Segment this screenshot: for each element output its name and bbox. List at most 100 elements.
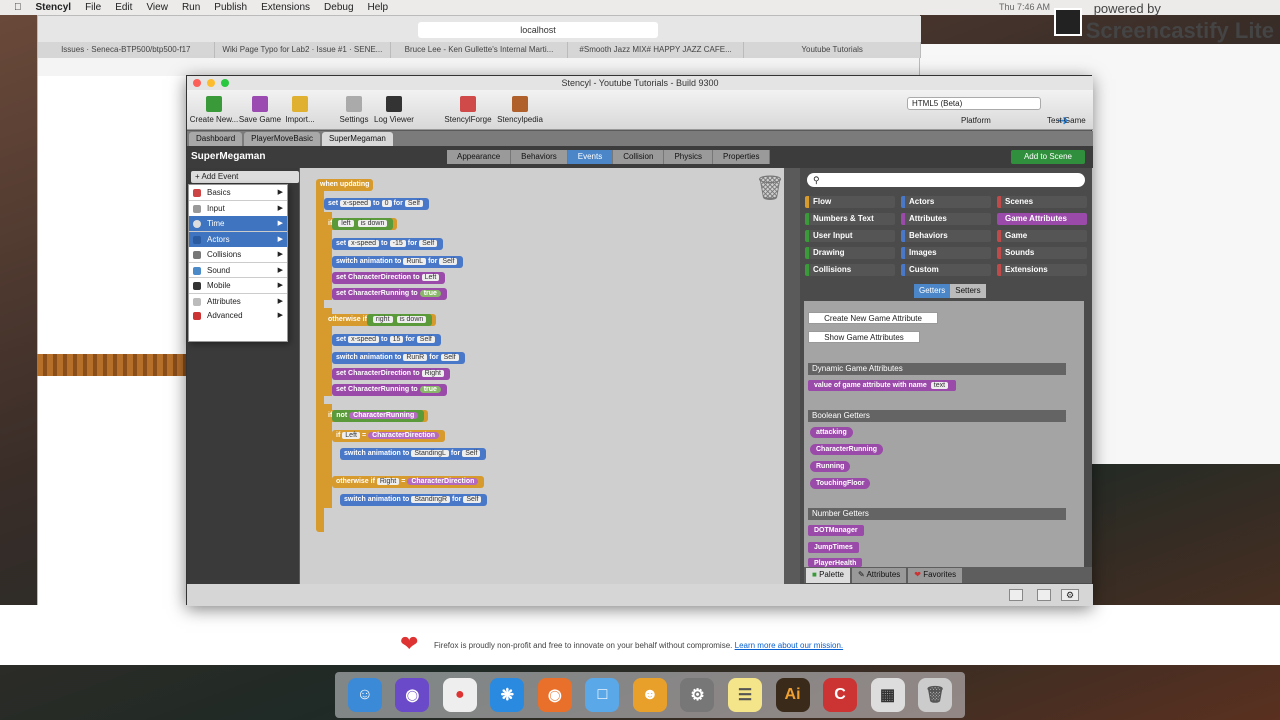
safari-icon[interactable]: ❋ [490, 678, 525, 712]
stencyl-icon[interactable]: C [823, 678, 858, 712]
add-event-button[interactable]: + Add Event [191, 171, 299, 183]
cat-actors[interactable]: Actors [901, 196, 991, 208]
set-direction-block[interactable]: set CharacterDirection to Left [332, 272, 446, 284]
menu-app-name[interactable]: Stencyl [36, 2, 72, 13]
block-field[interactable]: 0 [381, 200, 392, 207]
menu-debug[interactable]: Debug [324, 2, 353, 13]
test-game-label[interactable]: Test Game [1047, 116, 1086, 125]
block-field[interactable]: Self [440, 354, 459, 361]
block-field[interactable]: Self [419, 240, 438, 247]
number-getter[interactable]: PlayerHealth [808, 558, 863, 567]
number-getter[interactable]: JumpTimes [808, 542, 859, 553]
menu-item-input[interactable]: Input ▶ [189, 200, 287, 215]
if-direction-block[interactable]: if Left = CharacterDirection [332, 430, 446, 442]
tab-palette[interactable]: ■ Palette [806, 568, 850, 583]
create-game-attribute-button[interactable]: Create New Game Attribute [808, 312, 938, 324]
key-condition[interactable]: right is down [366, 314, 433, 326]
illustrator-icon[interactable]: Ai [775, 678, 810, 712]
cat-user-input[interactable]: User Input [805, 230, 895, 242]
menu-item-basics[interactable]: Basics ▶ [189, 185, 287, 200]
block-field[interactable]: StandingR [411, 496, 451, 503]
cat-attributes[interactable]: Attributes [901, 213, 991, 225]
palette-search-input[interactable]: ⚲ [807, 173, 1085, 187]
menu-edit[interactable]: Edit [115, 2, 132, 13]
cat-custom[interactable]: Custom [901, 264, 991, 276]
block-field[interactable]: true [419, 290, 441, 297]
block-field[interactable]: text [930, 382, 949, 389]
boolean-getter[interactable]: TouchingFloor [810, 478, 871, 489]
events-canvas[interactable]: 🗑 when updating set x-speed to 0 for Self if l… [300, 168, 784, 584]
chrome-icon[interactable]: ● [442, 678, 477, 712]
gear-icon[interactable]: ⚙ [1061, 589, 1079, 601]
block-field[interactable]: is down [396, 316, 427, 323]
create-new-button[interactable]: Create New... [189, 92, 239, 124]
block-field[interactable]: RunR [403, 354, 428, 361]
block-field[interactable]: x-speed [348, 240, 380, 247]
firefox-icon[interactable]: ◉ [537, 678, 572, 712]
block-field[interactable]: Self [416, 336, 435, 343]
otherwise-direction-block[interactable]: otherwise if Right = CharacterDirection [332, 476, 485, 488]
cat-sounds[interactable]: Sounds [997, 247, 1087, 259]
game-attribute-value-block[interactable]: value of game attribute with name text [808, 380, 957, 391]
block-field[interactable]: CharacterRunning [349, 412, 419, 419]
set-running-block[interactable]: set CharacterRunning to true [332, 288, 447, 300]
set-xspeed-block[interactable]: set x-speed to 15 for Self [332, 334, 441, 346]
set-xspeed-block[interactable]: set x-speed to -15 for Self [332, 238, 444, 250]
tab-dashboard[interactable]: Dashboard [189, 132, 243, 146]
browser-tab[interactable]: #Smooth Jazz MIX# HAPPY JAZZ CAFE... [568, 42, 745, 58]
block-field[interactable]: left [338, 220, 354, 227]
tab-physics[interactable]: Physics [664, 150, 713, 164]
when-updating-block[interactable]: when updating [316, 179, 374, 191]
siri-icon[interactable]: ◉ [395, 678, 430, 712]
block-field[interactable]: Self [462, 450, 481, 457]
key-condition[interactable]: left is down [332, 218, 394, 230]
tab-favorites[interactable]: ❤ Favorites [908, 568, 963, 583]
browser-tab[interactable]: Wiki Page Typo for Lab2 · Issue #1 · SEN… [215, 42, 392, 58]
cat-drawing[interactable]: Drawing [805, 247, 895, 259]
tab-supermegaman[interactable]: SuperMegaman [321, 132, 393, 146]
browser-tab[interactable]: Youtube Tutorials [744, 42, 921, 58]
scratch-icon[interactable]: ☻ [632, 678, 667, 712]
add-to-scene-button[interactable]: Add to Scene [1011, 150, 1085, 164]
switch-animation-block[interactable]: switch animation to RunR for Self [332, 352, 465, 364]
show-game-attributes-button[interactable]: Show Game Attributes [808, 331, 920, 343]
stencylpedia-button[interactable]: Stencylpedia [493, 92, 547, 124]
cat-numbers-text[interactable]: Numbers & Text [805, 213, 895, 225]
block-field[interactable]: right [372, 316, 393, 323]
menu-item-actors[interactable]: Actors ▶ [189, 231, 287, 247]
apple-icon[interactable]:  [14, 2, 22, 13]
stencylforge-button[interactable]: StencylForge [441, 92, 495, 124]
menu-item-attributes[interactable]: Attributes ▶ [189, 292, 287, 308]
menu-item-time[interactable]: Time ▶ [189, 215, 287, 232]
set-xspeed-block[interactable]: set x-speed to 0 for Self [324, 198, 429, 210]
menu-view[interactable]: View [146, 2, 168, 13]
block-field[interactable]: StandingL [411, 450, 449, 457]
set-direction-block[interactable]: set CharacterDirection to Right [332, 368, 450, 380]
close-icon[interactable] [193, 79, 201, 87]
cat-images[interactable]: Images [901, 247, 991, 259]
cat-game[interactable]: Game [997, 230, 1087, 242]
cat-flow[interactable]: Flow [805, 196, 895, 208]
block-field[interactable]: Right [376, 478, 400, 485]
downloads-icon[interactable]: ▦ [870, 678, 905, 712]
block-field[interactable]: Self [463, 496, 482, 503]
log-viewer-button[interactable]: Log Viewer [369, 92, 419, 124]
block-field[interactable]: Self [404, 200, 423, 207]
block-field[interactable]: -15 [389, 240, 406, 247]
block-field[interactable]: Right [421, 370, 444, 377]
number-getter[interactable]: DOTManager [808, 525, 864, 536]
platform-select[interactable]: HTML5 (Beta) [907, 97, 1041, 110]
switch-animation-block[interactable]: switch animation to RunL for Self [332, 256, 464, 268]
menu-item-advanced[interactable]: Advanced ▶ [189, 308, 287, 323]
tab-properties[interactable]: Properties [713, 150, 771, 164]
getters-tab[interactable]: Getters [914, 284, 951, 298]
block-field[interactable]: true [419, 386, 441, 393]
trash-dock-icon[interactable]: 🗑 [918, 678, 953, 712]
block-field[interactable]: CharacterDirection [368, 432, 440, 439]
if-not-block[interactable]: if not CharacterRunning [324, 410, 429, 422]
otherwise-if-block[interactable]: otherwise if right is down [324, 314, 437, 326]
boolean-getter[interactable]: attacking [810, 427, 853, 438]
cat-scenes[interactable]: Scenes [997, 196, 1087, 208]
menu-item-sound[interactable]: Sound ▶ [189, 261, 287, 277]
switch-animation-block[interactable]: switch animation to StandingR for Self [340, 494, 488, 506]
